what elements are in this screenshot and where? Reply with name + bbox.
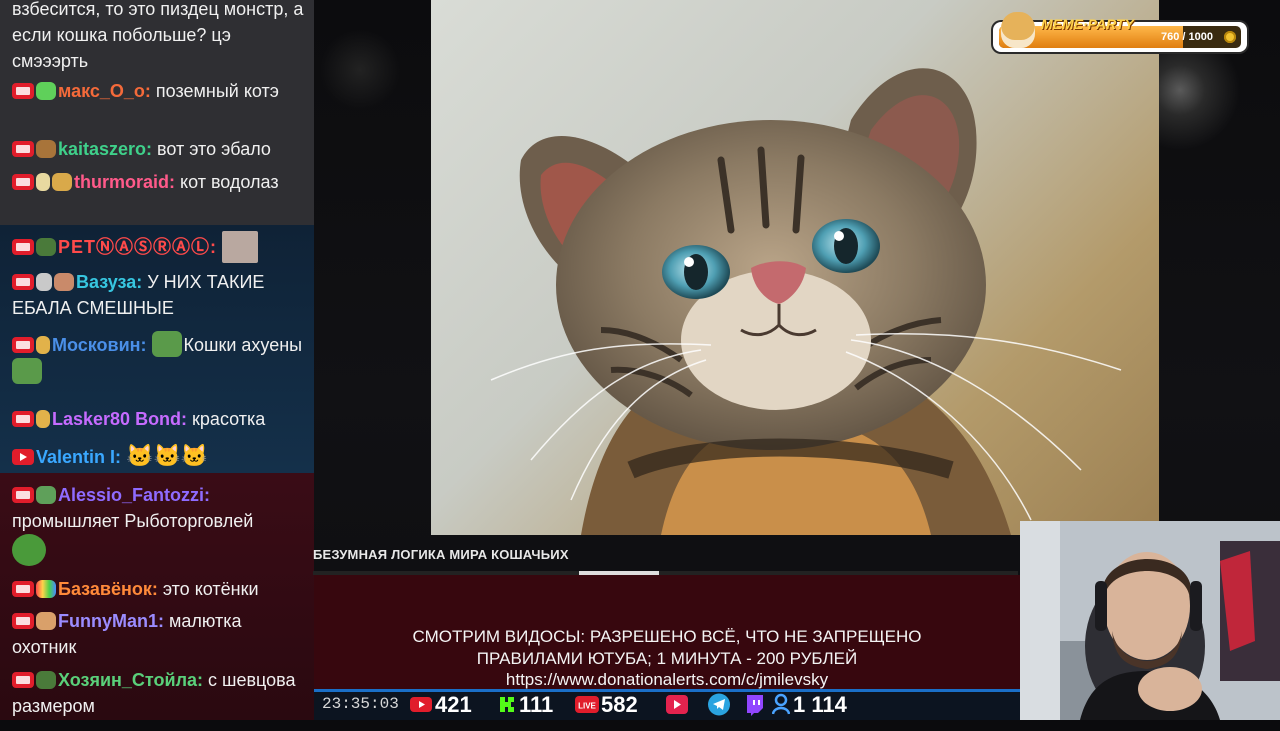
chat-message: PETⓃⒶⓈⓇⒶⓁ: [12,231,308,263]
donation-rules-line1: СМОТРИМ ВИДОСЫ: РАЗРЕШЕНО ВСЁ, ЧТО НЕ ЗА… [412,627,922,646]
pepe-emote-icon [12,534,46,566]
chat-nickname[interactable]: kaitaszero: [58,139,152,159]
twitch-icon [744,689,764,720]
chat-message-text: Кошки ахуены [183,335,303,355]
heart-pepe-emote-icon [151,331,182,357]
chat-nickname[interactable]: PETⓃⒶⓈⓇⒶⓁ: [58,237,217,257]
chat-nickname[interactable]: Valentin I: [36,447,121,467]
live-badge-icon [12,337,34,353]
live-badge-icon [12,487,34,503]
streamer-illustration [1020,521,1280,720]
chat-nickname[interactable]: FunnyMan1: [58,611,164,631]
donation-rules-line2: ПРАВИЛАМИ ЮТУБА; 1 МИНУТА - 200 РУБЛЕЙ [476,649,858,668]
heart-pepe-emote-icon [12,358,42,384]
chat-message: Valentin I: 🐱🐱🐱 [12,443,308,470]
chat-message: взбесится, то это пиздец монстр, а если … [12,0,308,74]
chat-message: Хозяин_Стойла: с шевцова размером [12,667,308,719]
wine-emote-icon [36,273,52,291]
live-badge-icon [12,672,34,688]
chat-nickname[interactable]: thurmoraid: [74,172,175,192]
live-badge-icon [12,411,34,427]
youtube-viewers: 421 [435,692,472,717]
bell-emote-icon [36,410,50,428]
rutube-icon [666,689,688,720]
meme-party-label: MEME·PARTY [1041,16,1134,32]
live-badge-icon [12,174,34,190]
chat-nickname[interactable]: Московин: [52,335,147,355]
cat-emotes: 🐱🐱🐱 [126,443,209,468]
meme-party-progress-text: 760 / 1000 [1161,31,1213,43]
chat-message: Московин: Кошки ахуены [12,331,308,385]
face-emote-icon [222,231,259,263]
vklive-icon: LIVE [575,689,599,720]
donation-banner: СМОТРИМ ВИДОСЫ: РАЗРЕШЕНО ВСЁ, ЧТО НЕ ЗА… [314,575,1020,690]
frog-emote-icon [36,238,56,256]
bell-emote-icon [36,336,50,354]
live-badge-icon [12,239,34,255]
chat-message: thurmoraid: кот водолаз [12,169,308,195]
frog-emote-icon [36,671,56,689]
webcam-feed [1020,521,1280,720]
rainbow-emote-icon [36,580,56,598]
chat-message-text: это котёнки [157,579,259,599]
chat-message: Lasker80 Bond: красотка [12,406,308,432]
chat-nickname[interactable]: макс_O_o: [58,81,151,101]
chat-message: kaitaszero: вот это эбало [12,136,308,162]
chat-message-text: красотка [187,409,266,429]
chat-message-text: взбесится, то это пиздец монстр, а если … [12,0,304,71]
frog-emote-icon [36,82,56,100]
chat-message-text: промышляет Рыботорговлей [12,511,254,531]
live-badge-icon [12,83,34,99]
chat-nickname[interactable]: Хозяин_Стойла: [58,670,203,690]
kick-icon [499,689,515,720]
video-title[interactable]: БЕЗУМНАЯ ЛОГИКА МИРА КОШАЧЬИХ [313,547,569,562]
chat-message: FunnyMan1: малютка охотник [12,608,308,660]
chat-message: Базавёнок: это котёнки [12,576,308,602]
chat-message: Alessio_Fantozzi: промышляет Рыботорговл… [12,482,308,566]
stream-clock: 23:35:03 [322,695,399,713]
live-badge-icon [12,613,34,629]
meme-party-widget: MEME·PARTY 760 / 1000 [993,12,1247,52]
user-icon [771,689,791,720]
kick-viewers: 111 [519,692,554,717]
chat-panel[interactable]: взбесится, то это пиздец монстр, а если … [0,0,314,720]
vklive-viewers: 582 [601,692,638,717]
donation-link[interactable]: https://www.donationalerts.com/c/jmilevs… [314,669,1020,691]
chat-message-text: поземный котэ [150,81,279,101]
face-emote-icon [36,612,56,630]
doge-icon [1001,12,1035,48]
figure-emote-icon [54,273,74,291]
stream-stats-bar: 23:35:03 421 111 LIVE 582 1 114 [314,689,1020,720]
pepe-emote-icon [52,173,72,191]
frog-emote-icon [36,486,56,504]
cat-illustration [490,68,1122,535]
live-badge-icon [12,274,34,290]
chat-nickname[interactable]: Alessio_Fantozzi: [58,485,210,505]
svg-text:LIVE: LIVE [578,702,596,711]
live-badge-icon [12,141,34,157]
youtube-badge-icon [12,449,34,465]
chat-message: макс_O_o: поземный котэ [12,78,308,104]
chat-nickname[interactable]: Базавёнок: [58,579,158,599]
chat-message-text: кот водолаз [175,172,279,192]
telegram-icon [708,689,730,720]
chat-nickname[interactable]: Lasker80 Bond: [52,409,187,429]
youtube-icon [410,689,432,720]
total-viewers: 1 114 [793,692,847,717]
chat-nickname[interactable]: Вазуза: [76,272,142,292]
glass-emote-icon [36,173,50,191]
chat-message: Вазуза: У НИХ ТАКИЕ ЕБАЛА СМЕШНЫЕ [12,269,308,321]
cat-photo [431,0,1159,535]
chest-emote-icon [36,140,56,158]
chat-message-text: вот это эбало [152,139,271,159]
coin-icon [1224,31,1236,43]
live-badge-icon [12,581,34,597]
